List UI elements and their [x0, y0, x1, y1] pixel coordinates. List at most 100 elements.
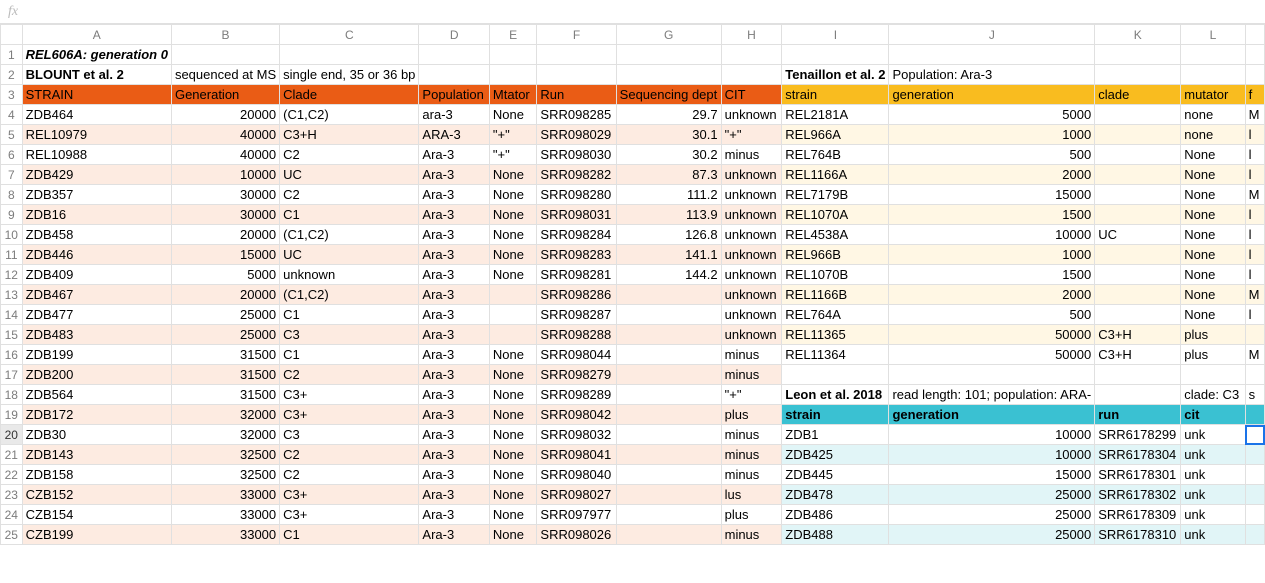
cell[interactable]: None	[489, 105, 536, 125]
cell[interactable]	[889, 45, 1095, 65]
cell[interactable]: unk	[1181, 465, 1245, 485]
cell[interactable]: REL764A	[782, 305, 889, 325]
cell[interactable]: ZDB357	[22, 185, 171, 205]
cell[interactable]: unknown	[721, 325, 782, 345]
cell[interactable]	[489, 45, 536, 65]
cell[interactable]: Ara-3	[419, 285, 490, 305]
cell[interactable]: 141.1	[616, 245, 721, 265]
cell[interactable]	[1095, 245, 1181, 265]
cell[interactable]	[616, 465, 721, 485]
cell[interactable]: SRR6178309	[1095, 505, 1181, 525]
cell[interactable]	[616, 285, 721, 305]
cell[interactable]: Ara-3	[419, 165, 490, 185]
cell[interactable]: C2	[280, 185, 419, 205]
cell[interactable]: minus	[721, 145, 782, 165]
cell[interactable]	[1095, 205, 1181, 225]
cell[interactable]: 40000	[171, 125, 279, 145]
cell[interactable]: ZDB429	[22, 165, 171, 185]
cell[interactable]: None	[489, 205, 536, 225]
cell[interactable]: None	[1181, 205, 1245, 225]
cell[interactable]: 20000	[171, 225, 279, 245]
cell[interactable]	[782, 365, 889, 385]
cell[interactable]: SRR6178302	[1095, 485, 1181, 505]
cell[interactable]: C1	[280, 525, 419, 545]
cell[interactable]	[1095, 145, 1181, 165]
cell[interactable]: None	[489, 185, 536, 205]
cell[interactable]	[537, 65, 616, 85]
cell[interactable]: None	[1181, 245, 1245, 265]
cell[interactable]: 31500	[171, 385, 279, 405]
cell[interactable]: SRR098041	[537, 445, 616, 465]
cell[interactable]	[280, 45, 419, 65]
cell[interactable]: REL606A: generation 0	[22, 45, 171, 65]
cell[interactable]: None	[1181, 185, 1245, 205]
cell[interactable]: Population	[419, 85, 490, 105]
cell[interactable]: 1500	[889, 205, 1095, 225]
cell[interactable]: 32000	[171, 425, 279, 445]
cell[interactable]: minus	[721, 525, 782, 545]
row-header[interactable]: 17	[1, 365, 23, 385]
cell[interactable]: mutator	[1181, 85, 1245, 105]
cell[interactable]	[616, 485, 721, 505]
cell[interactable]: None	[489, 525, 536, 545]
cell[interactable]	[1095, 165, 1181, 185]
cell[interactable]: None	[1181, 305, 1245, 325]
cell[interactable]: 10000	[889, 445, 1095, 465]
cell[interactable]: SRR098030	[537, 145, 616, 165]
cell[interactable]	[489, 285, 536, 305]
cell[interactable]: Ara-3	[419, 525, 490, 545]
cell[interactable]: plus	[721, 505, 782, 525]
cell[interactable]: 15000	[889, 185, 1095, 205]
cell[interactable]	[616, 45, 721, 65]
cell[interactable]: generation	[889, 85, 1095, 105]
cell[interactable]: Ara-3	[419, 325, 490, 345]
cell[interactable]: plus	[1181, 325, 1245, 345]
cell[interactable]: None	[489, 165, 536, 185]
cell[interactable]: SRR098026	[537, 525, 616, 545]
cell[interactable]: 33000	[171, 505, 279, 525]
cell[interactable]: SRR098284	[537, 225, 616, 245]
cell[interactable]: 1500	[889, 265, 1095, 285]
cell[interactable]: SRR098029	[537, 125, 616, 145]
cell[interactable]: minus	[721, 445, 782, 465]
cell[interactable]: minus	[721, 365, 782, 385]
cell[interactable]: minus	[721, 425, 782, 445]
cell[interactable]: cit	[1181, 405, 1245, 425]
column-header[interactable]: L	[1181, 25, 1245, 45]
cell[interactable]	[489, 305, 536, 325]
cell[interactable]: REL11365	[782, 325, 889, 345]
cell[interactable]	[1095, 125, 1181, 145]
cell[interactable]	[1181, 45, 1245, 65]
cell[interactable]: unknown	[721, 105, 782, 125]
cell[interactable]: "+"	[489, 145, 536, 165]
row-header[interactable]: 23	[1, 485, 23, 505]
cell[interactable]: 25000	[889, 505, 1095, 525]
cell[interactable]: 30000	[171, 185, 279, 205]
cell[interactable]: None	[1181, 165, 1245, 185]
cell[interactable]: 30.1	[616, 125, 721, 145]
cell[interactable]	[1245, 525, 1264, 545]
cell[interactable]: run	[1095, 405, 1181, 425]
cell[interactable]: 500	[889, 145, 1095, 165]
cell[interactable]: unk	[1181, 425, 1245, 445]
row-header[interactable]: 9	[1, 205, 23, 225]
cell[interactable]: unk	[1181, 445, 1245, 465]
cell[interactable]: C3+H	[1095, 345, 1181, 365]
cell[interactable]	[1181, 65, 1245, 85]
cell[interactable]: unknown	[721, 305, 782, 325]
cell[interactable]: REL966B	[782, 245, 889, 265]
cell[interactable]: unknown	[721, 205, 782, 225]
cell[interactable]	[1095, 65, 1181, 85]
cell[interactable]: Run	[537, 85, 616, 105]
cell[interactable]: "+"	[721, 385, 782, 405]
cell[interactable]: Ara-3	[419, 465, 490, 485]
cell[interactable]: Clade	[280, 85, 419, 105]
cell[interactable]: minus	[721, 345, 782, 365]
cell[interactable]	[1095, 365, 1181, 385]
cell[interactable]: 1000	[889, 125, 1095, 145]
cell[interactable]	[616, 65, 721, 85]
row-header[interactable]: 4	[1, 105, 23, 125]
cell[interactable]: 50000	[889, 325, 1095, 345]
cell[interactable]	[537, 45, 616, 65]
cell[interactable]: 31500	[171, 365, 279, 385]
